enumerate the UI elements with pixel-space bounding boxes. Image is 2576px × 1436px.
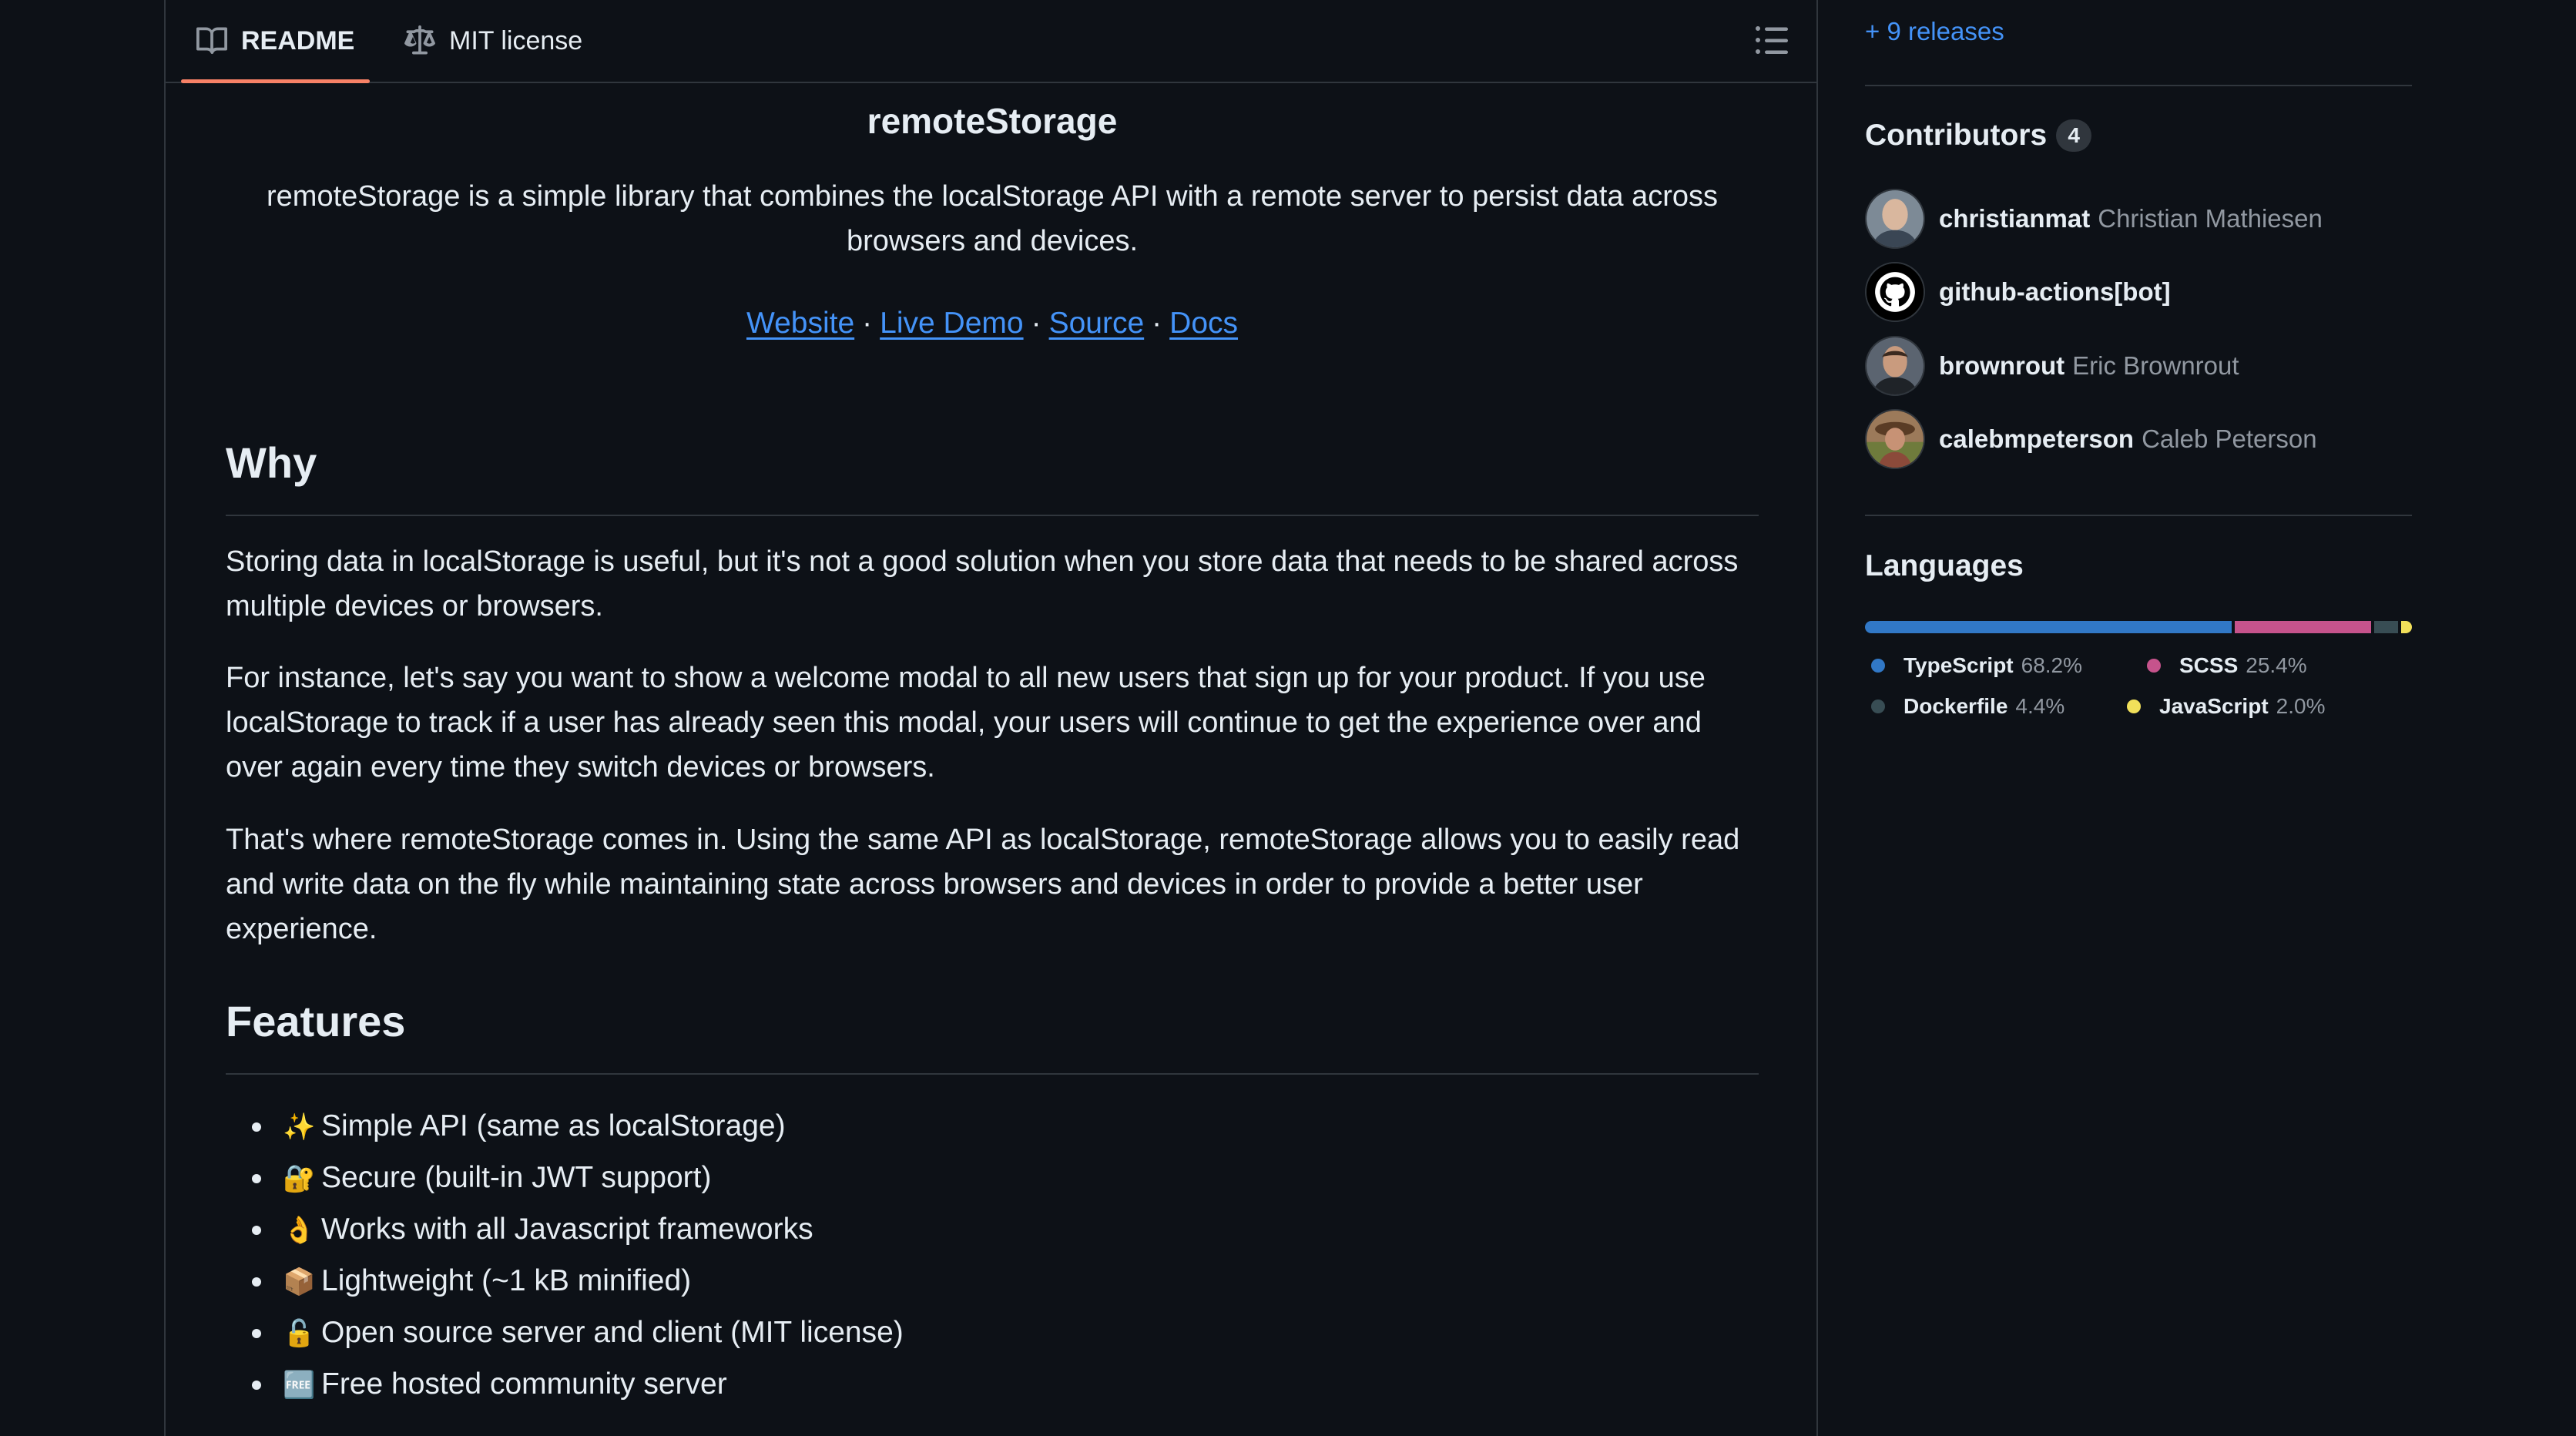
language-name: TypeScript [1903, 653, 2014, 677]
languages-heading: Languages [1865, 549, 2024, 582]
language-percent: 4.4% [2015, 694, 2065, 718]
language-percent: 2.0% [2276, 694, 2326, 718]
language-color-dot [1871, 700, 1885, 713]
contributors-count-badge: 4 [2056, 119, 2092, 152]
package-icon: 📦 [283, 1267, 316, 1297]
project-links: Website · Live Demo · Source · Docs [226, 307, 1759, 341]
language-percent: 68.2% [2021, 653, 2083, 677]
language-item-typescript[interactable]: TypeScript 68.2% [1871, 653, 2082, 678]
github-mark-icon [1865, 262, 1925, 322]
language-bar-segment-typescript [1865, 621, 2232, 633]
project-tagline: remoteStorage is a simple library that c… [267, 180, 1718, 257]
releases-link[interactable]: + 9 releases [1865, 17, 2004, 46]
feature-text: Free hosted community server [321, 1367, 727, 1401]
link-separator: · [1031, 307, 1041, 340]
list-item: 📦 Lightweight (~1 kB minified) [252, 1255, 904, 1307]
language-item-scss[interactable]: SCSS 25.4% [2147, 653, 2307, 678]
tab-readme[interactable]: README [181, 0, 371, 83]
live-demo-link[interactable]: Live Demo [880, 307, 1023, 340]
why-heading: Why [226, 438, 1759, 516]
source-link[interactable]: Source [1049, 307, 1145, 340]
contributor-item[interactable]: brownrout Eric Brownrout [1865, 335, 2239, 397]
list-item: 🔓 Open source server and client (MIT lice… [252, 1307, 904, 1358]
free-icon: 🆓 [283, 1371, 316, 1400]
tab-readme-label: README [241, 25, 355, 55]
tab-mit-license[interactable]: MIT license [389, 0, 598, 82]
avatar [1865, 189, 1925, 249]
contributor-login: brownrout [1939, 351, 2065, 380]
contributor-login: github-actions[bot] [1939, 277, 2171, 306]
feature-text: Secure (built-in JWT support) [321, 1161, 712, 1194]
link-separator: · [1152, 307, 1162, 340]
list-item: 🔐 Secure (built-in JWT support) [252, 1152, 904, 1203]
sparkles-icon: ✨ [283, 1112, 316, 1142]
contributor-item[interactable]: github-actions[bot] [1865, 261, 2179, 323]
divider [1865, 85, 2412, 86]
contributor-login: calebmpeterson [1939, 424, 2135, 453]
feature-text: Simple API (same as localStorage) [321, 1109, 786, 1142]
lock-with-key-icon: 🔐 [283, 1164, 316, 1193]
language-name: Dockerfile [1903, 694, 2008, 718]
feature-text: Lightweight (~1 kB minified) [321, 1264, 692, 1297]
avatar [1865, 409, 1925, 469]
book-icon [196, 27, 227, 55]
why-paragraph: For instance, let's say you want to show… [226, 662, 1706, 783]
contributor-login: christianmat [1939, 204, 2091, 233]
contributors-heading-label: Contributors [1865, 119, 2048, 152]
list-item: 👌 Works with all Javascript frameworks [252, 1203, 904, 1255]
avatar [1865, 336, 1925, 396]
table-of-contents-icon[interactable] [1753, 22, 1790, 59]
website-link[interactable]: Website [746, 307, 854, 340]
tab-license-label: MIT license [449, 25, 583, 55]
ok-hand-icon: 👌 [283, 1216, 316, 1245]
why-paragraph: That's where remoteStorage comes in. Usi… [226, 824, 1740, 945]
language-name: JavaScript [2159, 694, 2269, 718]
readme-tabs: README MIT license [166, 0, 1816, 83]
features-heading: Features [226, 996, 1759, 1075]
language-color-dot [2147, 659, 2161, 673]
contributor-item[interactable]: christianmat Christian Mathiesen [1865, 188, 2323, 250]
list-item: 🆓 Free hosted community server [252, 1358, 904, 1410]
why-paragraph: Storing data in localStorage is useful, … [226, 545, 1739, 622]
divider [1865, 515, 2412, 516]
list-item: ✨ Simple API (same as localStorage) [252, 1100, 904, 1152]
language-name: SCSS [2179, 653, 2239, 677]
docs-link[interactable]: Docs [1169, 307, 1238, 340]
language-item-javascript[interactable]: JavaScript 2.0% [2127, 694, 2325, 719]
language-color-dot [2127, 700, 2141, 713]
language-bar-segment-javascript [2401, 621, 2412, 633]
contributor-name: Christian Mathiesen [2098, 204, 2323, 233]
languages-bar [1865, 621, 2412, 633]
language-bar-segment-dockerfile [2374, 621, 2399, 633]
language-percent: 25.4% [2246, 653, 2307, 677]
link-separator: · [862, 307, 873, 340]
language-color-dot [1871, 659, 1885, 673]
readme-panel: README MIT license remoteStorage remoteS… [164, 0, 1818, 1436]
feature-text: Open source server and client (MIT licen… [321, 1316, 904, 1349]
law-icon [404, 25, 435, 55]
language-item-dockerfile[interactable]: Dockerfile 4.4% [1871, 694, 2064, 719]
project-title: remoteStorage [867, 101, 1118, 141]
contributor-name: Caleb Peterson [2142, 424, 2317, 453]
unlocked-icon: 🔓 [283, 1319, 316, 1348]
features-list: ✨ Simple API (same as localStorage) 🔐 Secu… [226, 1100, 904, 1410]
contributor-name: Eric Brownrout [2072, 351, 2239, 380]
feature-text: Works with all Javascript frameworks [321, 1213, 813, 1246]
language-bar-segment-scss [2235, 621, 2372, 633]
contributors-heading[interactable]: Contributors 4 [1865, 119, 2092, 153]
contributor-item[interactable]: calebmpeterson Caleb Peterson [1865, 408, 2317, 470]
